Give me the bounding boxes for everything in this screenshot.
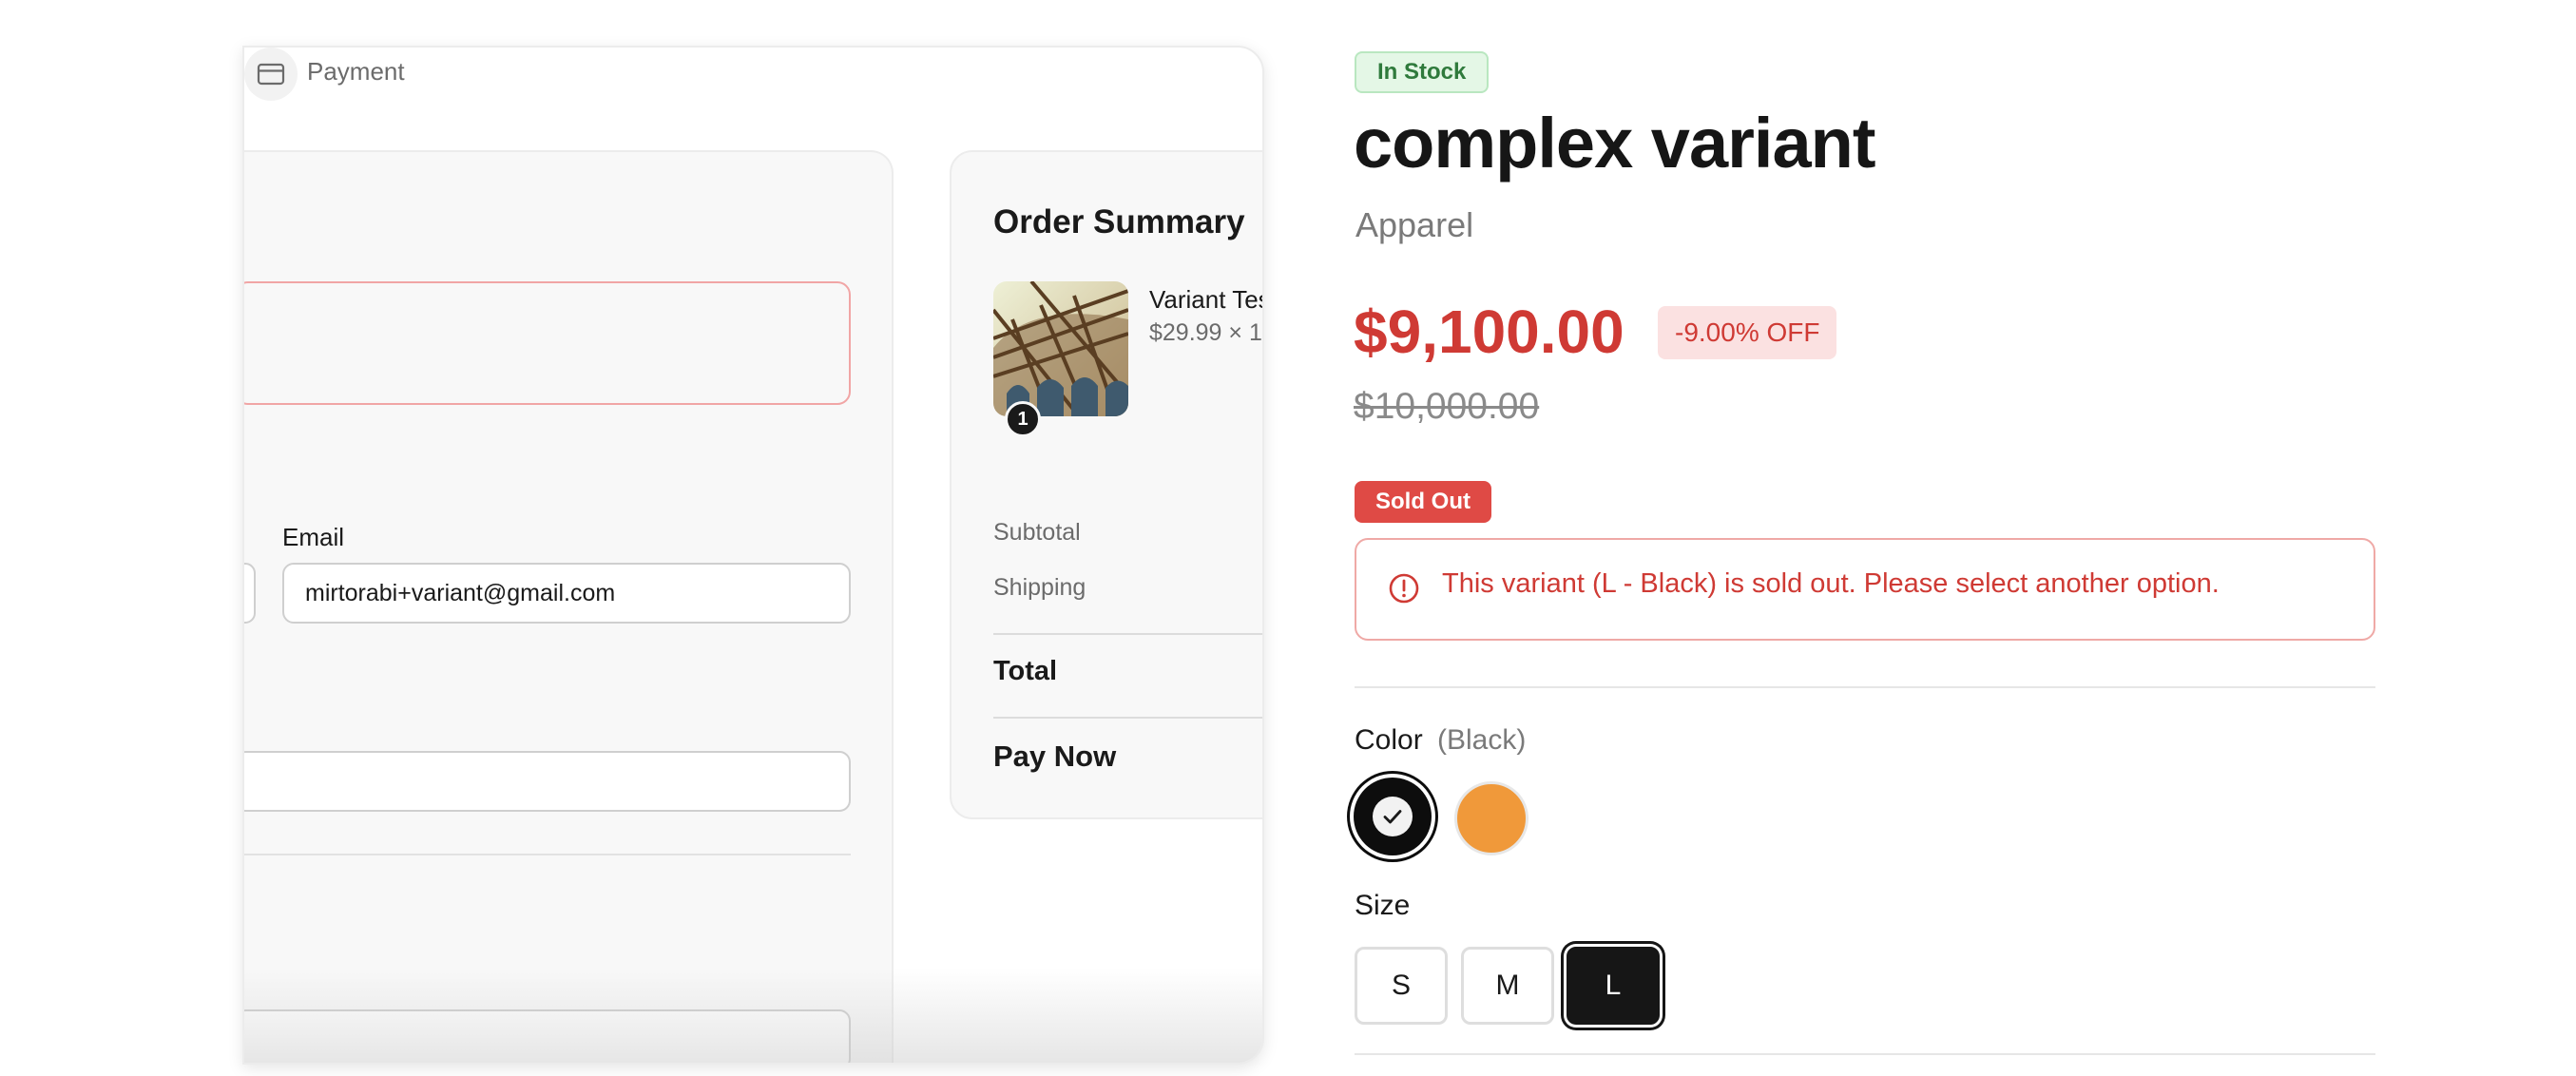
- alert-circle-icon: [1387, 571, 1421, 605]
- payment-input[interactable]: [244, 1009, 851, 1063]
- sale-price: $9,100.00: [1354, 298, 1624, 366]
- address-input[interactable]: [244, 751, 851, 812]
- color-swatch-black[interactable]: [1354, 778, 1432, 855]
- order-summary-panel: Order Summary 1 Variant Tes $29.99 × 1 S…: [950, 150, 1264, 819]
- size-label: Size: [1355, 890, 1411, 921]
- summary-divider: [993, 717, 1262, 719]
- quantity-badge: 1: [1005, 401, 1041, 437]
- preview-header: Payment: [244, 48, 1262, 133]
- item-price: $29.99 × 1: [1149, 319, 1262, 346]
- item-name: Variant Tes: [1149, 285, 1264, 314]
- order-summary-title: Order Summary: [993, 203, 1245, 240]
- product-category: Apparel: [1355, 205, 1474, 244]
- shipping-label: Shipping: [993, 574, 1086, 601]
- compare-at-price: $10,000.00: [1354, 386, 1540, 427]
- email-label: Email: [282, 523, 345, 551]
- preview-header-title: Payment: [307, 57, 405, 86]
- product-title: complex variant: [1354, 104, 1875, 183]
- section-divider: [1355, 1053, 2375, 1055]
- color-label: Color: [1355, 724, 1423, 756]
- checkout-preview: Payment Email Order Summary: [242, 46, 1264, 1065]
- pay-now-button[interactable]: Pay Now: [993, 740, 1116, 774]
- color-selected-value: (Black): [1437, 724, 1527, 756]
- size-option-s[interactable]: S: [1355, 947, 1448, 1025]
- name-input-partial[interactable]: [244, 563, 256, 624]
- checkout-form-panel: Email: [244, 150, 894, 1063]
- discount-badge: -9.00% OFF: [1658, 306, 1837, 359]
- credit-card-icon: [244, 48, 298, 101]
- section-divider: [1355, 686, 2375, 688]
- color-swatch-orange[interactable]: [1454, 781, 1528, 855]
- sold-out-alert: This variant (L - Black) is sold out. Pl…: [1355, 538, 2375, 641]
- summary-divider: [993, 633, 1262, 635]
- size-option-l[interactable]: L: [1567, 947, 1660, 1025]
- size-option-m[interactable]: M: [1461, 947, 1554, 1025]
- subtotal-label: Subtotal: [993, 519, 1081, 546]
- form-divider: [244, 854, 851, 855]
- error-field-box[interactable]: [244, 281, 851, 405]
- email-input[interactable]: [282, 563, 851, 624]
- checkmark-icon: [1373, 797, 1413, 836]
- total-label: Total: [993, 656, 1058, 686]
- stock-badge: In Stock: [1355, 51, 1490, 93]
- product-thumbnail: [993, 281, 1128, 416]
- alert-message: This variant (L - Black) is sold out. Pl…: [1442, 568, 2220, 599]
- sold-out-badge: Sold Out: [1355, 481, 1491, 523]
